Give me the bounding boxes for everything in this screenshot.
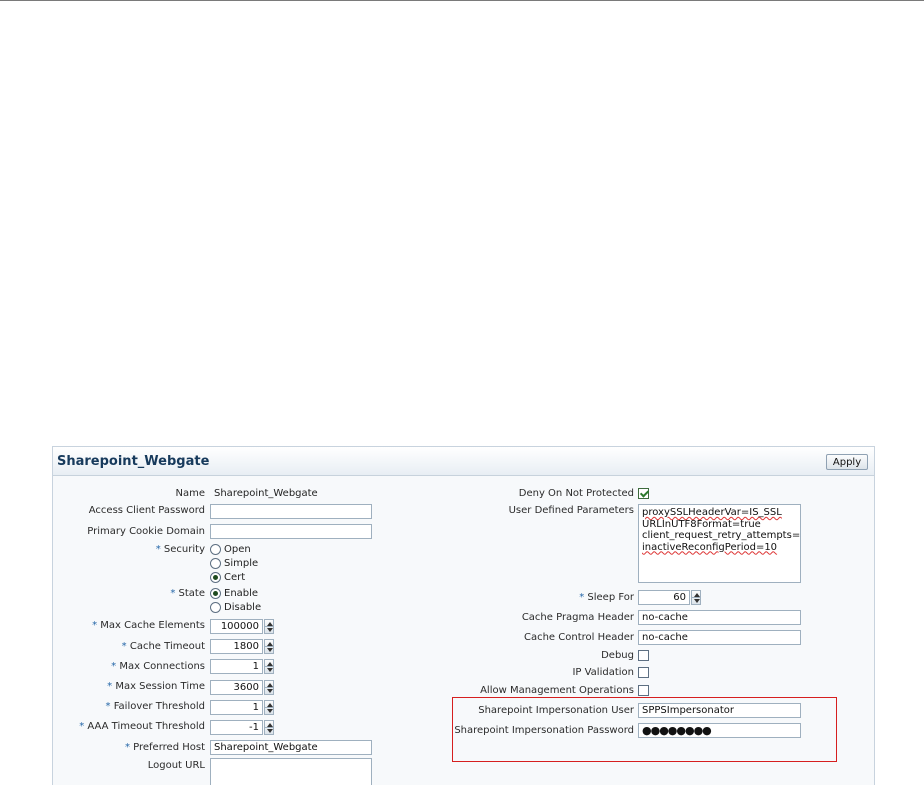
failover-threshold-label: * Failover Threshold — [105, 701, 205, 712]
param-line-4: inactiveReconfigPeriod=10 — [642, 541, 778, 553]
cache-pragma-header-label: Cache Pragma Header — [521, 612, 634, 623]
max-cache-elements-label: * Max Cache Elements — [92, 620, 205, 631]
access-client-password-label: Access Client Password — [88, 505, 205, 516]
max-cache-elements-spinner[interactable] — [264, 619, 274, 634]
access-client-password-field[interactable] — [210, 504, 372, 519]
logout-url-label: Logout URL — [147, 760, 205, 771]
sleep-for-spinner[interactable] — [691, 590, 701, 605]
deny-on-not-protected-checkbox[interactable] — [638, 488, 649, 499]
name-value: Sharepoint_Webgate — [214, 488, 318, 499]
max-connections-field[interactable]: 1 — [210, 659, 263, 674]
allow-management-operations-checkbox[interactable] — [638, 685, 649, 696]
security-simple-label: Simple — [224, 558, 259, 569]
state-enable-label: Enable — [224, 588, 259, 599]
debug-checkbox[interactable] — [638, 650, 649, 661]
state-disable-radio[interactable] — [210, 602, 221, 613]
security-cert-label: Cert — [224, 572, 246, 583]
state-label: * State — [170, 588, 205, 599]
state-enable-radio[interactable] — [210, 588, 221, 599]
aaa-timeout-threshold-spinner[interactable] — [264, 720, 274, 735]
webgate-settings-panel: Sharepoint_Webgate Apply Name Sharepoint… — [52, 446, 875, 785]
param-line-1: proxySSLHeaderVar=IS_SSL — [642, 507, 782, 518]
security-label: * Security — [155, 544, 205, 555]
aaa-timeout-threshold-label: * AAA Timeout Threshold — [79, 721, 205, 732]
max-session-time-label: * Max Session Time — [107, 681, 205, 692]
cache-control-header-field[interactable]: no-cache — [638, 630, 801, 645]
security-open-label: Open — [224, 544, 251, 555]
max-connections-label: * Max Connections — [111, 661, 205, 672]
param-line-3: client_request_retry_attempts=1 — [642, 530, 801, 541]
max-session-time-field[interactable]: 3600 — [210, 680, 263, 695]
security-open-radio[interactable] — [210, 544, 221, 555]
failover-threshold-field[interactable]: 1 — [210, 700, 263, 715]
ip-validation-checkbox[interactable] — [638, 667, 649, 678]
aaa-timeout-threshold-field[interactable]: -1 — [210, 720, 263, 735]
primary-cookie-domain-label: Primary Cookie Domain — [87, 526, 205, 537]
max-connections-spinner[interactable] — [264, 659, 274, 674]
state-disable-label: Disable — [224, 602, 262, 613]
user-defined-parameters-label: User Defined Parameters — [508, 505, 634, 516]
max-session-time-spinner[interactable] — [264, 680, 274, 695]
param-line-2: URLInUTF8Format=true — [642, 518, 761, 530]
allow-management-operations-label: Allow Management Operations — [480, 685, 634, 696]
cache-timeout-label: * Cache Timeout — [121, 641, 205, 652]
logout-url-field[interactable] — [210, 758, 372, 785]
user-defined-parameters-textarea[interactable]: proxySSLHeaderVar=IS_SSL URLInUTF8Format… — [638, 504, 801, 583]
sleep-for-label: * Sleep For — [579, 592, 634, 603]
preferred-host-label: * Preferred Host — [124, 742, 205, 753]
debug-label: Debug — [601, 650, 634, 661]
top-divider — [0, 0, 924, 1]
deny-on-not-protected-label: Deny On Not Protected — [518, 488, 634, 499]
panel-title: Sharepoint_Webgate — [57, 454, 210, 469]
panel-header: Sharepoint_Webgate Apply — [53, 447, 874, 476]
failover-threshold-spinner[interactable] — [264, 700, 274, 715]
cache-timeout-field[interactable]: 1800 — [210, 639, 263, 654]
max-cache-elements-field[interactable]: 100000 — [210, 619, 263, 634]
impersonation-highlight-box — [452, 697, 837, 762]
preferred-host-field[interactable]: Sharepoint_Webgate — [210, 740, 372, 755]
cache-control-header-label: Cache Control Header — [523, 632, 634, 643]
security-cert-radio[interactable] — [210, 572, 221, 583]
cache-timeout-spinner[interactable] — [264, 639, 274, 654]
sleep-for-field[interactable]: 60 — [638, 590, 690, 605]
primary-cookie-domain-field[interactable] — [210, 524, 372, 539]
apply-button[interactable]: Apply — [826, 454, 868, 470]
name-label: Name — [175, 488, 205, 499]
cache-pragma-header-field[interactable]: no-cache — [638, 610, 801, 625]
ip-validation-label: IP Validation — [572, 667, 634, 678]
security-simple-radio[interactable] — [210, 558, 221, 569]
